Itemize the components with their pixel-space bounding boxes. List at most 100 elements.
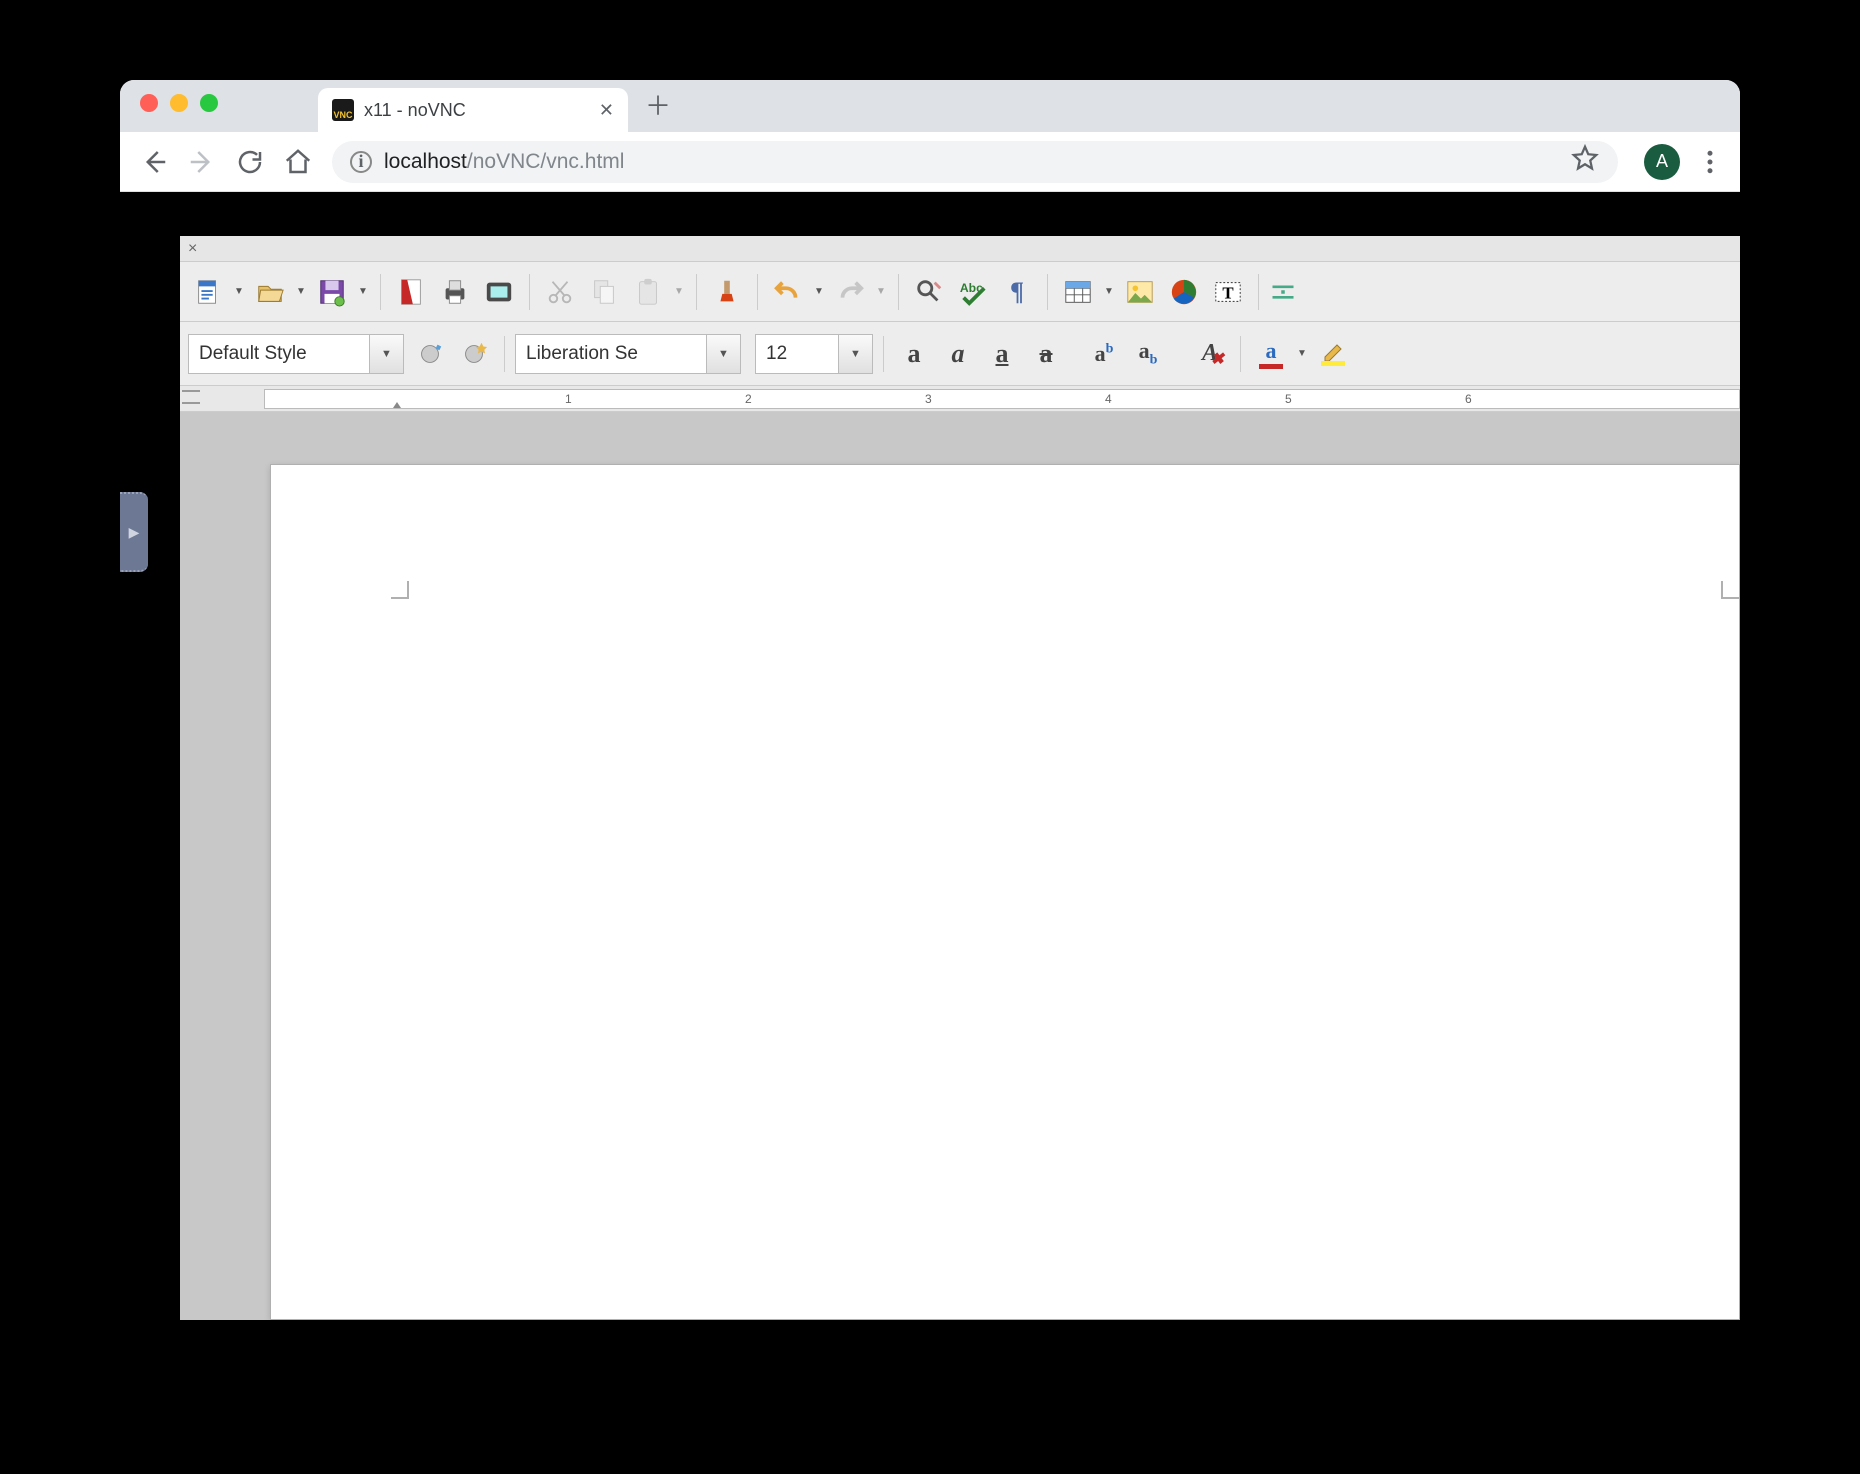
new-document-dropdown[interactable]: ▼ xyxy=(232,286,246,297)
page-break-icon xyxy=(1269,277,1297,307)
superscript-icon: ab xyxy=(1095,341,1114,367)
bold-icon: a xyxy=(908,339,921,369)
toolbar-separator xyxy=(1240,336,1241,372)
indent-marker-icon[interactable] xyxy=(389,402,405,409)
insert-image-button[interactable] xyxy=(1120,272,1160,312)
insert-textbox-button[interactable]: T xyxy=(1208,272,1248,312)
browser-menu-button[interactable] xyxy=(1692,147,1728,177)
home-button[interactable] xyxy=(276,140,320,184)
redo-button[interactable] xyxy=(830,272,870,312)
new-style-button[interactable] xyxy=(454,334,494,374)
strikethrough-icon: a xyxy=(1040,339,1053,369)
open-button[interactable] xyxy=(250,272,290,312)
clear-formatting-button[interactable]: A✖ xyxy=(1190,334,1230,374)
clipboard-icon xyxy=(633,277,663,307)
subscript-button[interactable]: ab xyxy=(1128,334,1168,374)
bold-button[interactable]: a xyxy=(894,334,934,374)
forward-button[interactable] xyxy=(180,140,224,184)
insert-table-button[interactable] xyxy=(1058,272,1098,312)
strikethrough-button[interactable]: a xyxy=(1026,334,1066,374)
font-name-combo[interactable]: Liberation Se ▼ xyxy=(515,334,741,374)
insert-page-break-button[interactable] xyxy=(1269,272,1297,312)
paste-dropdown[interactable]: ▼ xyxy=(672,286,686,297)
toolbar-separator xyxy=(883,336,884,372)
browser-tab[interactable]: VNC x11 - noVNC ✕ xyxy=(318,88,628,132)
paragraph-style-combo[interactable]: Default Style ▼ xyxy=(188,334,404,374)
toolbar-separator xyxy=(1047,274,1048,310)
horizontal-ruler[interactable]: 1 2 3 4 5 6 xyxy=(180,386,1740,412)
novnc-favicon-icon: VNC xyxy=(332,99,354,121)
reload-button[interactable] xyxy=(228,140,272,184)
underline-button[interactable]: a xyxy=(982,334,1022,374)
cut-button[interactable] xyxy=(540,272,580,312)
new-document-button[interactable] xyxy=(188,272,228,312)
maximize-window-button[interactable] xyxy=(200,94,218,112)
spellcheck-button[interactable]: Abc xyxy=(953,272,993,312)
app-close-button[interactable]: × xyxy=(188,240,197,258)
print-preview-button[interactable] xyxy=(479,272,519,312)
clear-format-icon: A✖ xyxy=(1202,340,1218,367)
undo-dropdown[interactable]: ▼ xyxy=(812,286,826,297)
insert-table-dropdown[interactable]: ▼ xyxy=(1102,286,1116,297)
style-value: Default Style xyxy=(199,343,351,365)
pilcrow-icon: ¶ xyxy=(1010,277,1024,307)
undo-button[interactable] xyxy=(768,272,808,312)
ruler-number: 4 xyxy=(1105,392,1112,406)
reload-icon xyxy=(235,147,265,177)
paste-button[interactable] xyxy=(628,272,668,312)
toolbar-separator xyxy=(380,274,381,310)
new-doc-icon xyxy=(193,277,223,307)
print-button[interactable] xyxy=(435,272,475,312)
ruler-number: 6 xyxy=(1465,392,1472,406)
toolbar-separator xyxy=(1258,274,1259,310)
browser-toolbar: i localhost/noVNC/vnc.html A xyxy=(120,132,1740,192)
profile-avatar[interactable]: A xyxy=(1644,144,1680,180)
back-button[interactable] xyxy=(132,140,176,184)
novnc-panel-toggle[interactable] xyxy=(120,492,148,572)
toolbar-separator xyxy=(529,274,530,310)
save-button[interactable] xyxy=(312,272,352,312)
ruler-track: 1 2 3 4 5 6 xyxy=(264,389,1740,409)
vnc-viewport: × ▼ ▼ ▼ xyxy=(120,192,1740,1320)
export-pdf-button[interactable] xyxy=(391,272,431,312)
font-size-combo[interactable]: 12 ▼ xyxy=(755,334,873,374)
formatting-marks-button[interactable]: ¶ xyxy=(997,272,1037,312)
font-color-button[interactable]: a xyxy=(1251,334,1291,374)
address-bar[interactable]: i localhost/noVNC/vnc.html xyxy=(332,141,1618,183)
find-replace-button[interactable] xyxy=(909,272,949,312)
document-page[interactable] xyxy=(270,464,1740,1320)
copy-icon xyxy=(589,277,619,307)
minimize-window-button[interactable] xyxy=(170,94,188,112)
toolbar-separator xyxy=(898,274,899,310)
pdf-icon xyxy=(396,277,426,307)
save-dropdown[interactable]: ▼ xyxy=(356,286,370,297)
textbox-icon: T xyxy=(1213,277,1243,307)
find-replace-icon xyxy=(914,277,944,307)
insert-chart-button[interactable] xyxy=(1164,272,1204,312)
clone-formatting-button[interactable] xyxy=(707,272,747,312)
document-area[interactable] xyxy=(180,412,1740,1320)
new-tab-button[interactable]: ＋ xyxy=(638,84,678,124)
site-info-icon[interactable]: i xyxy=(350,151,372,173)
paintbrush-icon xyxy=(712,277,742,307)
copy-button[interactable] xyxy=(584,272,624,312)
update-style-button[interactable] xyxy=(410,334,450,374)
highlight-icon xyxy=(1321,341,1345,366)
close-tab-button[interactable]: ✕ xyxy=(599,100,614,121)
toolbar-separator xyxy=(696,274,697,310)
bookmark-button[interactable] xyxy=(1570,143,1600,180)
italic-button[interactable]: a xyxy=(938,334,978,374)
open-dropdown[interactable]: ▼ xyxy=(294,286,308,297)
highlight-color-button[interactable] xyxy=(1313,334,1353,374)
undo-icon xyxy=(773,277,803,307)
close-window-button[interactable] xyxy=(140,94,158,112)
redo-dropdown[interactable]: ▼ xyxy=(874,286,888,297)
superscript-button[interactable]: ab xyxy=(1084,334,1124,374)
redo-icon xyxy=(835,277,865,307)
print-preview-icon xyxy=(484,277,514,307)
arrow-left-icon xyxy=(139,147,169,177)
toolbar-separator xyxy=(757,274,758,310)
chart-icon xyxy=(1169,277,1199,307)
font-color-dropdown[interactable]: ▼ xyxy=(1295,348,1309,359)
chevron-down-icon: ▼ xyxy=(369,335,403,373)
